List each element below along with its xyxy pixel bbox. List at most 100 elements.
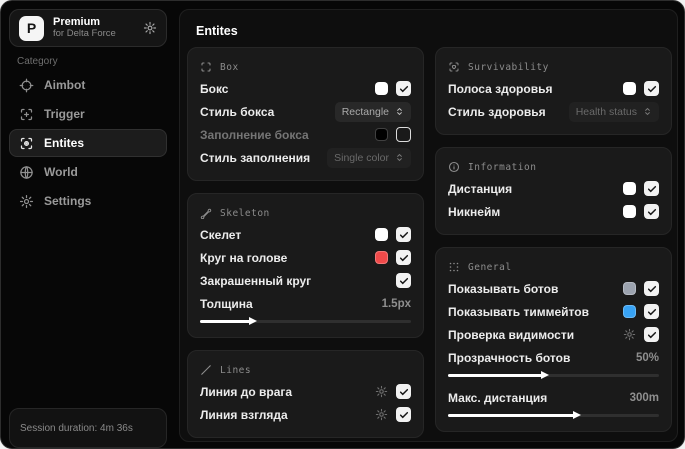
scan-eye-icon (19, 136, 34, 151)
checkbox-unchecked[interactable] (396, 127, 411, 142)
general-card: General Показывать ботов Показывать тимм… (435, 247, 672, 432)
sidebar-nav: Aimbot Trigger Entites World Settings (9, 71, 167, 215)
setting-row: Стиль здоровья Health status (448, 100, 659, 123)
diagonal-line-icon (200, 364, 212, 376)
bot-opacity-value: 50% (635, 351, 659, 364)
bot-opacity-slider[interactable] (448, 371, 659, 380)
brand-title: Premium (53, 16, 101, 29)
checkbox-checked[interactable] (396, 250, 411, 265)
color-swatch[interactable] (623, 305, 636, 318)
session-duration-label: Session duration: 4m 36s (20, 422, 133, 434)
info-icon (448, 161, 460, 173)
setting-row: Макс. дистанция 300m (448, 390, 659, 405)
crosshair-icon (19, 78, 34, 93)
checkbox-checked[interactable] (644, 281, 659, 296)
gear-icon[interactable] (623, 328, 636, 341)
setting-row: Стиль заполнения Single color (200, 146, 411, 169)
slider-thumb[interactable] (572, 411, 581, 419)
color-swatch[interactable] (623, 205, 636, 218)
sidebar-item-entites[interactable]: Entites (9, 129, 167, 157)
gear-icon[interactable] (375, 385, 388, 398)
checkbox-checked[interactable] (644, 327, 659, 342)
thickness-value: 1.5px (381, 297, 411, 310)
checkbox-checked[interactable] (396, 384, 411, 399)
slider-thumb[interactable] (248, 317, 257, 325)
chevrons-up-down-icon (395, 107, 404, 116)
section-title: General (468, 261, 512, 273)
app-logo: P (19, 15, 44, 41)
app-window: P Premium for Delta Force Category Aimbo… (0, 0, 685, 449)
left-column: Box Бокс Стиль бокса Rectangle Заполнени… (187, 47, 424, 438)
sidebar-item-world[interactable]: World (9, 158, 167, 186)
setting-row: Линия взгляда (200, 403, 411, 426)
gear-icon (19, 194, 34, 209)
right-column: Survivability Полоса здоровья Стиль здор… (435, 47, 672, 432)
dot-grid-icon (448, 261, 460, 273)
chevrons-up-down-icon (643, 107, 652, 116)
setting-row: Стиль бокса Rectangle (200, 100, 411, 123)
gear-icon[interactable] (143, 21, 157, 35)
setting-row: Закрашенный круг (200, 269, 411, 292)
health-style-dropdown[interactable]: Health status (568, 101, 659, 122)
setting-row: Полоса здоровья (448, 77, 659, 100)
scan-frame-icon (200, 61, 212, 73)
section-title: Box (220, 61, 239, 73)
section-title: Information (468, 161, 537, 173)
box-style-dropdown[interactable]: Rectangle (334, 101, 411, 122)
sidebar-item-label: Aimbot (44, 78, 86, 92)
checkbox-checked[interactable] (396, 407, 411, 422)
thickness-slider[interactable] (200, 317, 411, 326)
setting-row: Заполнение бокса (200, 123, 411, 146)
checkbox-checked[interactable] (644, 304, 659, 319)
survivability-card: Survivability Полоса здоровья Стиль здор… (435, 47, 672, 135)
color-swatch[interactable] (623, 282, 636, 295)
checkbox-checked[interactable] (396, 81, 411, 96)
setting-row: Толщина 1.5px (200, 296, 411, 311)
max-distance-value: 300m (629, 391, 659, 404)
checkbox-checked[interactable] (644, 81, 659, 96)
sidebar-item-trigger[interactable]: Trigger (9, 100, 167, 128)
sidebar-item-label: World (44, 165, 78, 179)
slider-thumb[interactable] (540, 371, 549, 379)
section-title: Skeleton (220, 207, 270, 219)
scan-heart-icon (448, 61, 460, 73)
setting-row: Бокс (200, 77, 411, 100)
checkbox-checked[interactable] (644, 204, 659, 219)
setting-row: Никнейм (448, 200, 659, 223)
setting-row: Показывать ботов (448, 277, 659, 300)
checkbox-checked[interactable] (396, 227, 411, 242)
section-title: Lines (220, 364, 252, 376)
setting-row: Прозрачность ботов 50% (448, 350, 659, 365)
chevrons-up-down-icon (395, 153, 404, 162)
color-swatch[interactable] (623, 182, 636, 195)
setting-row: Линия до врага (200, 380, 411, 403)
color-swatch[interactable] (375, 82, 388, 95)
sidebar-item-label: Trigger (44, 107, 85, 121)
category-label: Category (17, 56, 58, 67)
sidebar-item-aimbot[interactable]: Aimbot (9, 71, 167, 99)
setting-row: Круг на голове (200, 246, 411, 269)
main-panel: Entites Box Бокс Стиль бокса Rectangle З… (179, 9, 678, 442)
section-title: Survivability (468, 61, 549, 73)
sidebar-item-label: Entites (44, 136, 85, 150)
lines-card: Lines Линия до врага Линия взгляда (187, 350, 424, 438)
gear-icon[interactable] (375, 408, 388, 421)
information-card: Information Дистанция Никнейм (435, 147, 672, 235)
setting-row: Дистанция (448, 177, 659, 200)
checkbox-checked[interactable] (644, 181, 659, 196)
setting-row: Проверка видимости (448, 323, 659, 346)
focus-crosshair-icon (19, 107, 34, 122)
color-swatch[interactable] (375, 128, 388, 141)
session-duration-card: Session duration: 4m 36s (9, 408, 167, 448)
sidebar-item-label: Settings (44, 194, 92, 208)
bone-icon (200, 207, 212, 219)
brand-subtitle: for Delta Force (53, 27, 116, 39)
color-swatch[interactable] (623, 82, 636, 95)
max-distance-slider[interactable] (448, 411, 659, 420)
sidebar-item-settings[interactable]: Settings (9, 187, 167, 215)
color-swatch[interactable] (375, 228, 388, 241)
color-swatch[interactable] (375, 251, 388, 264)
setting-row: Показывать тиммейтов (448, 300, 659, 323)
checkbox-checked[interactable] (396, 273, 411, 288)
fill-style-dropdown[interactable]: Single color (327, 147, 411, 168)
